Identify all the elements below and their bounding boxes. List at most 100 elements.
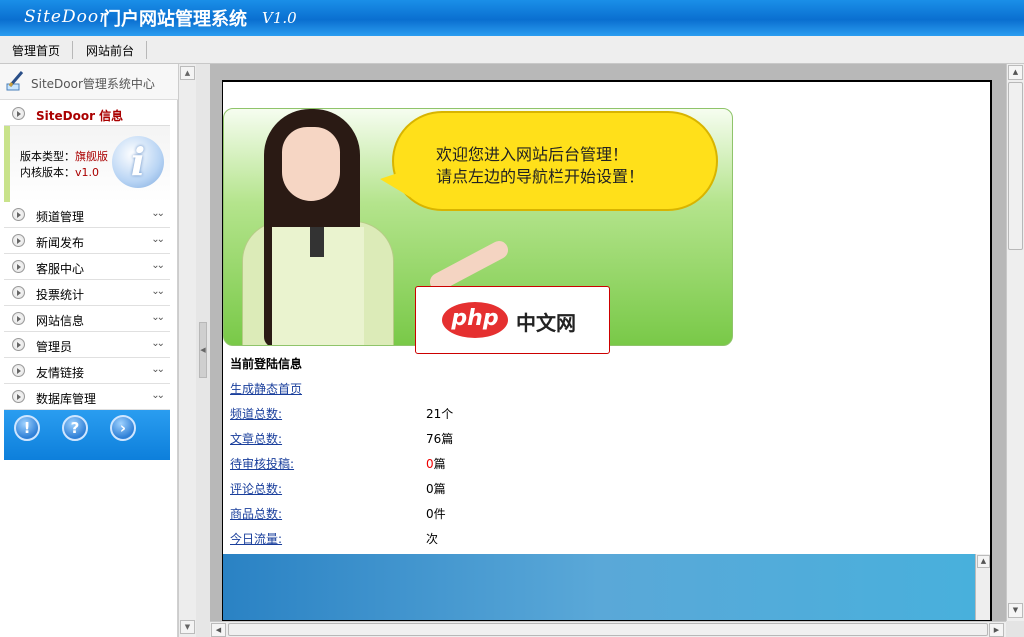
php-watermark-text: 中文网 — [516, 311, 576, 335]
version-type-label: 版本类型： — [20, 150, 75, 163]
nav-site-front[interactable]: 网站前台 — [86, 42, 134, 59]
exclamation-icon[interactable]: ! — [14, 415, 40, 441]
scroll-left-icon[interactable]: ◀ — [211, 623, 226, 637]
product-count-link[interactable]: 商品总数: — [230, 505, 282, 522]
chevron-down-icon: ⌄⌄ — [151, 286, 165, 297]
sidebar-item-label: 数据库管理 — [36, 392, 97, 406]
sidebar-item-site-info[interactable]: 网站信息 ⌄⌄ — [4, 306, 170, 332]
main-vertical-scrollbar[interactable]: ▲ ▼ — [1006, 64, 1024, 621]
scroll-down-icon[interactable]: ▼ — [180, 620, 195, 634]
sidebar-item-vote[interactable]: 投票统计 ⌄⌄ — [4, 280, 170, 306]
girl-face — [282, 127, 340, 201]
sidebar-splitter[interactable]: ◀ — [196, 64, 210, 637]
info-heading: SiteDoor 信息 — [36, 109, 124, 123]
arrow-right-icon[interactable]: › — [110, 415, 136, 441]
info-icon: i — [112, 136, 164, 188]
chevron-down-icon: ⌄⌄ — [151, 260, 165, 271]
girl-tie — [310, 227, 324, 257]
comment-count-link[interactable]: 评论总数: — [230, 480, 282, 497]
php-logo: php — [442, 302, 508, 338]
sidebar-item-admin[interactable]: 管理员 ⌄⌄ — [4, 332, 170, 358]
scrollbar-corner — [1006, 621, 1024, 637]
nav-divider — [72, 41, 73, 59]
today-traffic-value: 次 — [426, 532, 439, 546]
scroll-up-icon[interactable]: ▲ — [1008, 65, 1023, 80]
help-icon[interactable]: ? — [62, 415, 88, 441]
product-count-value: 0件 — [426, 507, 446, 521]
sidebar-item-label: 网站信息 — [36, 314, 85, 328]
sidebar-item-service[interactable]: 客服中心 ⌄⌄ — [4, 254, 170, 280]
scroll-up-icon[interactable]: ▲ — [180, 66, 195, 80]
pending-count-unit: 篇 — [433, 457, 446, 471]
sidebar-title: SiteDoor管理系统中心 — [31, 77, 155, 91]
info-section-header[interactable]: SiteDoor 信息 — [4, 102, 170, 126]
pen-icon — [6, 71, 24, 91]
sidebar-item-news[interactable]: 新闻发布 ⌄⌄ — [4, 228, 170, 254]
article-count-link[interactable]: 文章总数: — [230, 430, 282, 447]
inner-scrollbar[interactable]: ▲ — [975, 554, 990, 620]
speech-bubble: 欢迎您进入网站后台管理！ 请点左边的导航栏开始设置！ — [380, 111, 718, 211]
scroll-right-icon[interactable]: ▶ — [989, 623, 1004, 637]
version-type-line: 版本类型：旗舰版 — [20, 148, 108, 164]
title-bar: SiteDoor 门户网站管理系统 V1.0 — [0, 0, 1024, 36]
top-nav: 管理首页 网站前台 — [0, 36, 1024, 64]
circle-arrow-icon — [12, 107, 25, 120]
circle-arrow-icon — [12, 390, 25, 403]
chevron-down-icon: ⌄⌄ — [151, 234, 165, 245]
sidebar-item-channel[interactable]: 频道管理 ⌄⌄ — [4, 202, 170, 228]
info-box: 版本类型：旗舰版 内核版本：v1.0 i — [4, 126, 170, 202]
channel-count-link[interactable]: 频道总数: — [230, 405, 282, 422]
version-type-value: 旗舰版 — [75, 150, 108, 163]
version-label: V1.0 — [262, 9, 297, 27]
scroll-down-icon[interactable]: ▼ — [1008, 603, 1023, 618]
chevron-down-icon: ⌄⌄ — [151, 364, 165, 375]
pending-count-link[interactable]: 待审核投稿: — [230, 455, 294, 472]
generate-static-link[interactable]: 生成静态首页 — [230, 380, 302, 397]
circle-arrow-icon — [12, 286, 25, 299]
chevron-down-icon: ⌄⌄ — [151, 208, 165, 219]
scroll-thumb[interactable] — [228, 623, 988, 636]
circle-arrow-icon — [12, 338, 25, 351]
kernel-version-value: v1.0 — [75, 166, 100, 179]
system-name: 门户网站管理系统 — [103, 9, 247, 30]
sidebar-item-label: 管理员 — [36, 340, 73, 354]
php-watermark: php 中文网 — [415, 286, 610, 354]
login-info-heading: 当前登陆信息 — [230, 357, 303, 371]
scroll-thumb[interactable] — [1008, 82, 1023, 250]
chevron-down-icon: ⌄⌄ — [151, 338, 165, 349]
sidebar-item-links[interactable]: 友情链接 ⌄⌄ — [4, 358, 170, 384]
nav-admin-home[interactable]: 管理首页 — [12, 42, 60, 59]
channel-count-value: 21个 — [426, 407, 454, 421]
circle-arrow-icon — [12, 364, 25, 377]
sidebar-footer: ! ? › — [4, 410, 170, 460]
main-horizontal-scrollbar[interactable]: ◀ ▶ — [210, 621, 1006, 637]
sidebar-item-label: 投票统计 — [36, 288, 85, 302]
sidebar-item-label: 友情链接 — [36, 366, 85, 380]
content-panel: 欢迎您进入网站后台管理！ 请点左边的导航栏开始设置！ php 中文网 当前登陆信… — [222, 80, 992, 621]
kernel-version-line: 内核版本：v1.0 — [20, 164, 99, 180]
brand-logo: SiteDoor — [24, 7, 109, 27]
today-traffic-link[interactable]: 今日流量: — [230, 530, 282, 547]
welcome-line-2: 请点左边的导航栏开始设置！ — [436, 167, 645, 186]
sidebar-header: SiteDoor管理系统中心 — [0, 64, 178, 100]
sidebar: SiteDoor管理系统中心 SiteDoor 信息 版本类型：旗舰版 内核版本… — [0, 64, 178, 637]
welcome-line-1: 欢迎您进入网站后台管理！ — [436, 145, 629, 164]
collapse-handle-icon[interactable]: ◀ — [199, 322, 207, 378]
chevron-down-icon: ⌄⌄ — [151, 312, 165, 323]
scroll-up-icon[interactable]: ▲ — [977, 555, 990, 568]
chevron-down-icon: ⌄⌄ — [151, 390, 165, 401]
bottom-frame — [223, 554, 975, 620]
kernel-version-label: 内核版本： — [20, 166, 75, 179]
comment-count-value: 0篇 — [426, 482, 446, 496]
circle-arrow-icon — [12, 208, 25, 221]
pending-count-number: 0 — [426, 457, 434, 471]
sidebar-item-label: 客服中心 — [36, 262, 85, 276]
circle-arrow-icon — [12, 234, 25, 247]
circle-arrow-icon — [12, 312, 25, 325]
sidebar-scrollbar[interactable]: ▲ ▼ — [178, 64, 196, 637]
sidebar-item-label: 频道管理 — [36, 210, 85, 224]
circle-arrow-icon — [12, 260, 25, 273]
nav-divider — [146, 41, 147, 59]
pending-count-value: 0篇 — [426, 455, 446, 472]
sidebar-item-database[interactable]: 数据库管理 ⌄⌄ — [4, 384, 170, 410]
